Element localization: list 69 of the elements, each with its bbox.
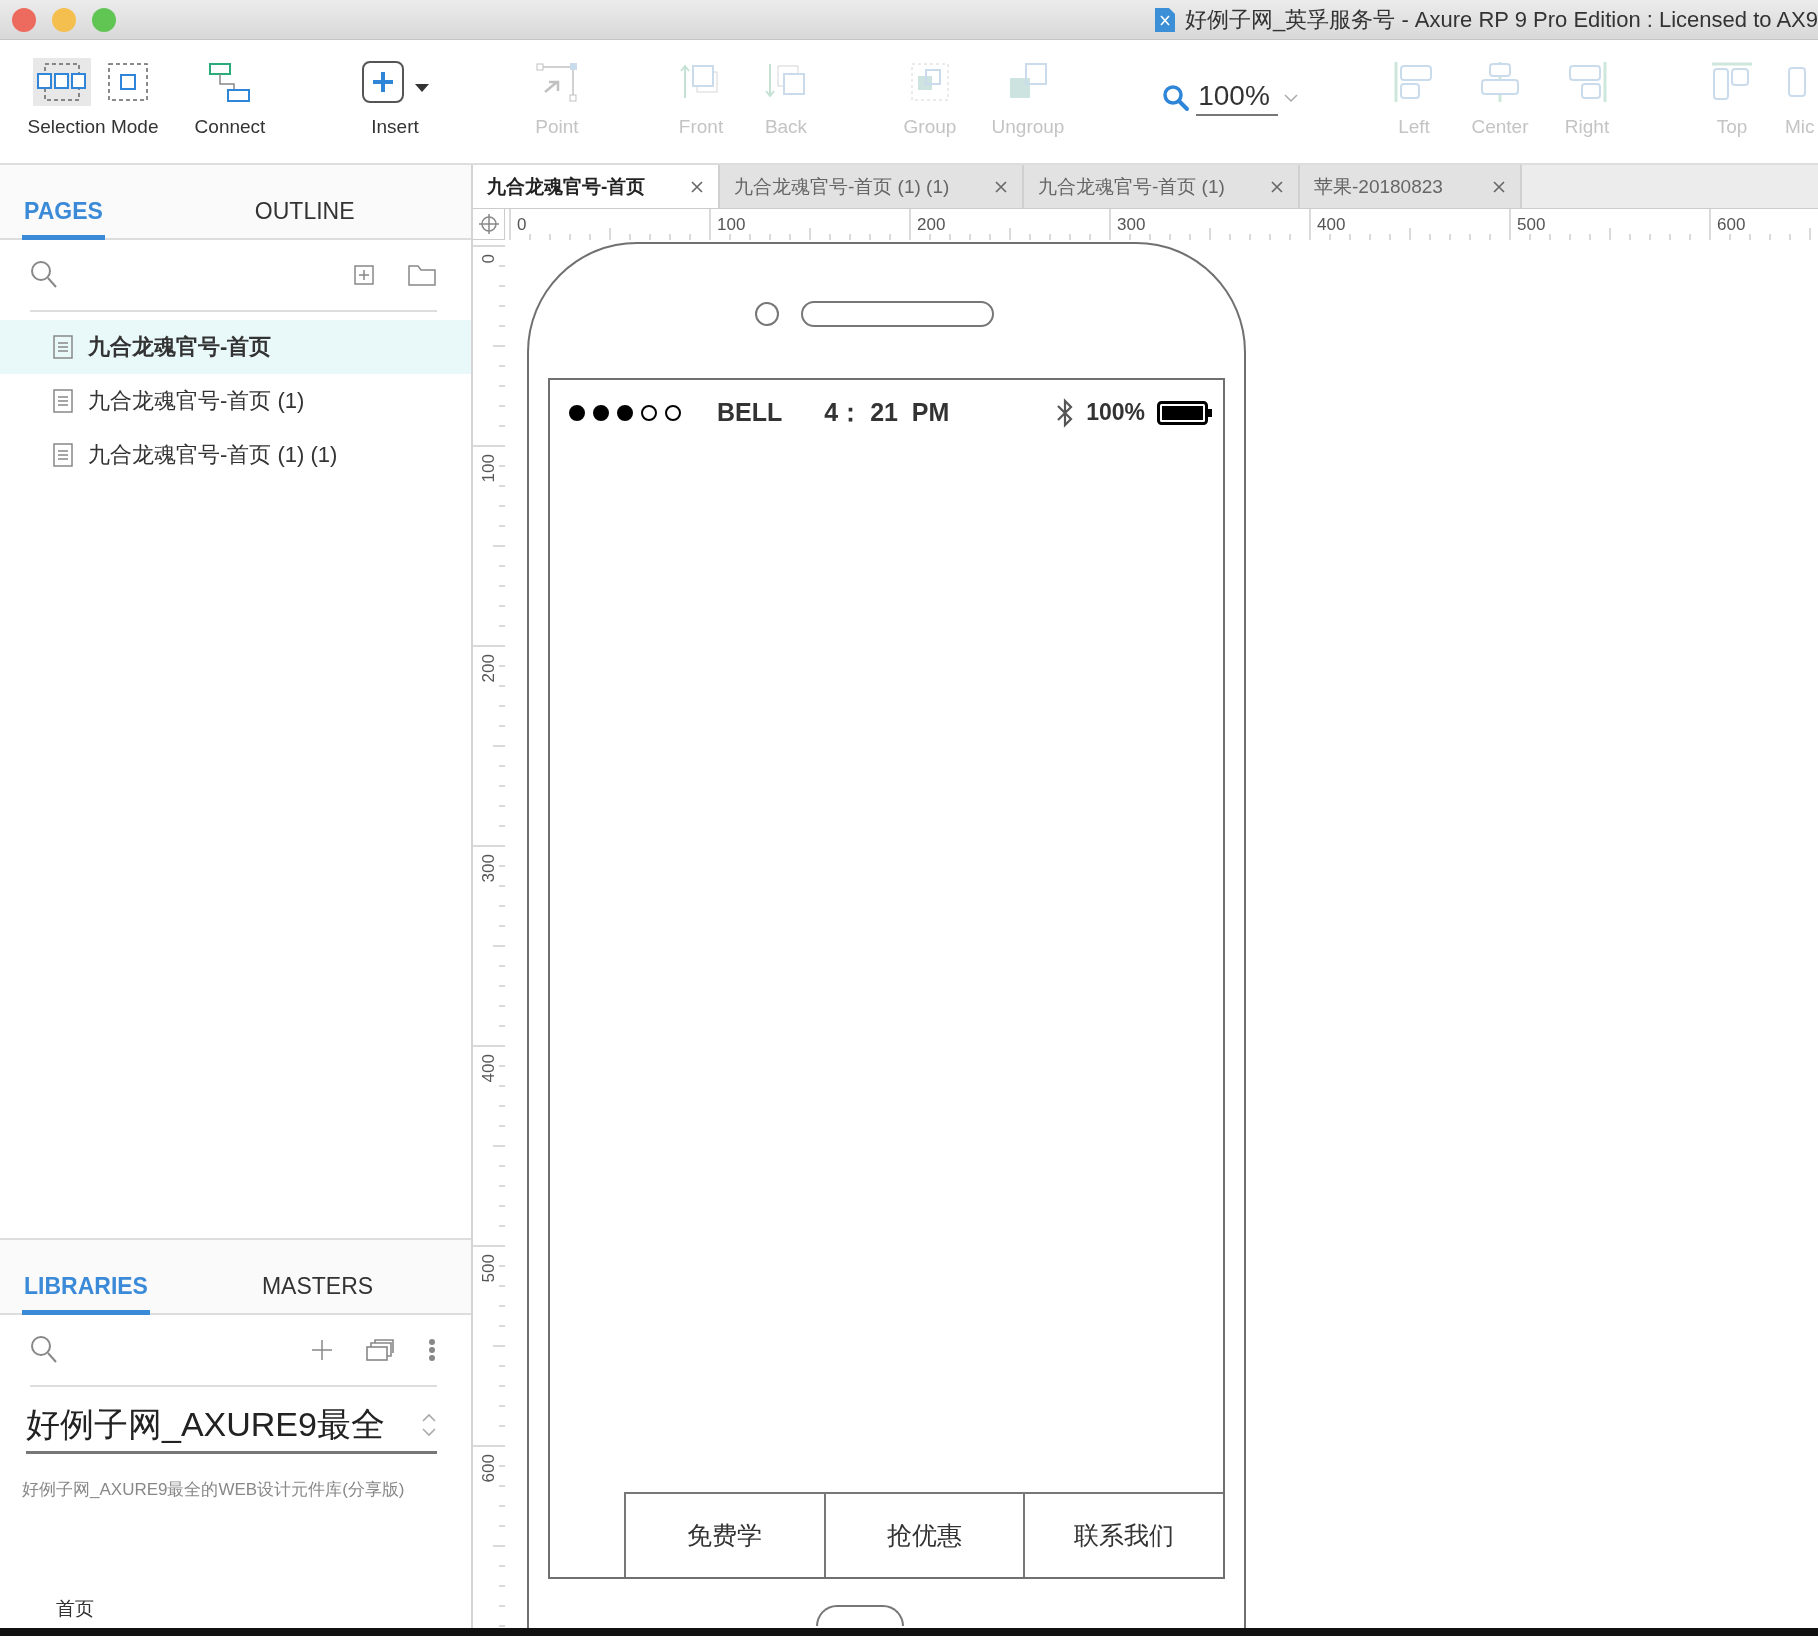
up-down-chevron-icon [421,1412,437,1438]
close-icon[interactable] [1492,179,1506,194]
search-icon [1162,84,1191,112]
ruler-label: 100 [479,454,498,483]
bluetooth-icon [1056,397,1075,428]
zoom-window-button[interactable] [92,7,116,32]
page-label: 首页 [55,1597,95,1621]
search-icon[interactable] [30,1335,58,1365]
more-options-icon[interactable] [427,1338,437,1362]
plus-icon [361,60,405,104]
close-icon[interactable] [1270,179,1284,194]
panel-tab[interactable]: PAGES [22,165,105,240]
page-icon [52,334,74,360]
toolbar-label: Selection Mode [27,116,159,138]
clock-time: 4： 21 PM [824,397,950,428]
ruler-label: 500 [1517,215,1546,234]
intersect-select-button[interactable] [33,58,91,106]
close-icon[interactable] [994,179,1008,194]
panel-tab[interactable]: OUTLINE [252,165,357,240]
battery-percent: 100% [1086,399,1145,426]
window-title: 好例子网_英孚服务号 - Axure RP 9 Pro Edition : Licensed to AX9 [1185,5,1818,34]
ruler-label: 200 [917,215,946,234]
align-center-icon [1478,60,1522,104]
library-dropdown[interactable]: 好例子网_AXURE9最全 [26,1399,437,1454]
page-icon [52,442,74,468]
battery-icon [1157,400,1213,425]
chevron-down-icon [1283,93,1298,103]
ruler-label: 400 [479,1054,498,1083]
plus-icon[interactable] [311,1339,333,1361]
nav-button[interactable]: 免费学 [624,1492,824,1577]
connect-button[interactable]: Connect [190,58,270,138]
camera-circle [755,302,779,326]
page-item[interactable]: 九合龙魂官号-首页 (1) (1) [0,428,471,482]
library-description: 好例子网_AXURE9最全的WEB设计元件库(分享版) [22,1479,406,1501]
carrier-name: BELL [717,398,783,427]
close-icon[interactable] [690,179,704,194]
add-page-icon[interactable] [353,264,375,286]
document-tab[interactable]: 苹果-20180823 [1300,165,1522,208]
ruler-label: 200 [479,654,498,683]
page-icon [52,388,74,414]
ruler-label: 0 [517,215,527,234]
caret-icon [415,83,429,93]
document-tab[interactable]: 九合龙魂官号-首页 [473,165,720,208]
document-tab[interactable]: 九合龙魂官号-首页 (1) (1) [720,165,1024,208]
page-item[interactable]: 九合龙魂官号-首页 (1) [0,374,471,428]
page-item[interactable]: 九合龙魂官号-首页 [0,320,471,374]
ruler-label: 300 [1117,215,1146,234]
insert-button[interactable]: Insert [345,58,445,138]
copy-icon[interactable] [365,1338,395,1362]
ruler-label: 100 [717,215,746,234]
close-window-button[interactable] [12,7,36,32]
panel-tab[interactable]: MASTERS [259,1240,376,1315]
nav-button[interactable]: 联系我们 [1023,1492,1223,1577]
ruler-label: 600 [1717,215,1746,234]
folder-icon[interactable] [407,263,437,287]
ruler-label: 300 [479,854,498,883]
zoom-field[interactable]: 100% [1162,80,1298,116]
ruler-label: 0 [479,254,498,264]
document-tab[interactable]: 九合龙魂官号-首页 (1) [1024,165,1300,208]
nav-button[interactable]: 抢优惠 [823,1492,1024,1577]
point-icon [535,60,579,104]
group-icon [908,60,952,104]
document-icon [1155,7,1176,32]
panel-tab[interactable]: LIBRARIES [22,1240,150,1315]
ruler-label: 500 [479,1254,498,1283]
ruler-label: 400 [1317,215,1346,234]
connector-icon [208,60,252,104]
ruler-label: 600 [479,1454,498,1483]
search-icon[interactable] [30,260,58,290]
